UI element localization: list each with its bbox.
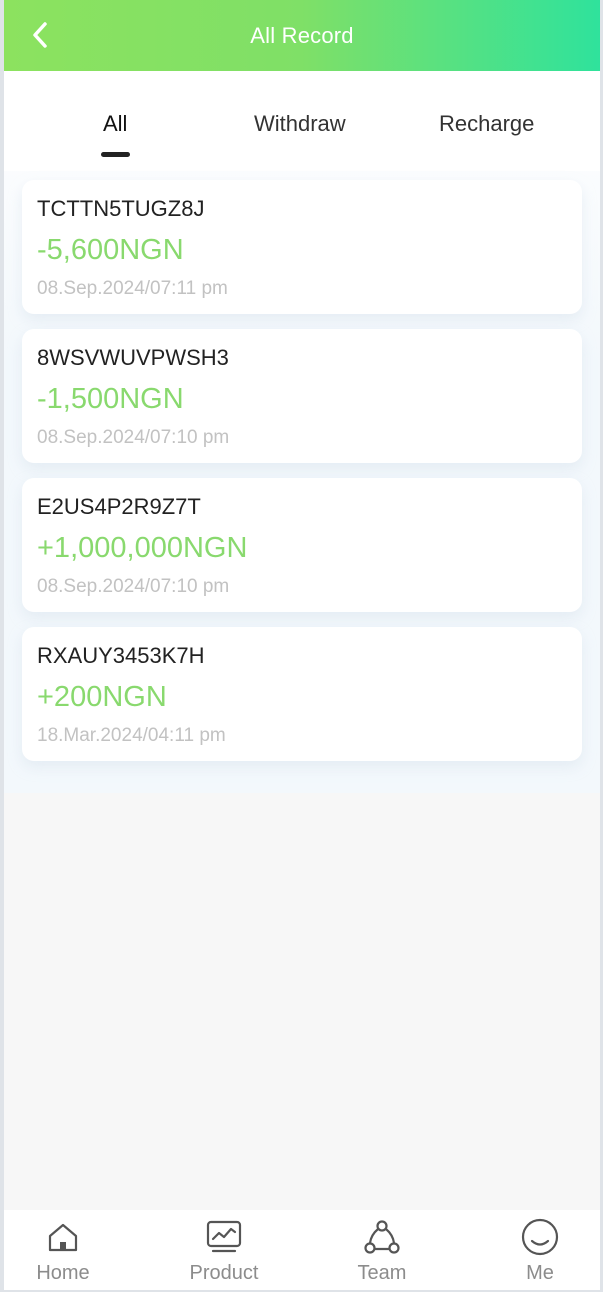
record-amount: +1,000,000NGN: [37, 532, 248, 564]
record-card[interactable]: E2US4P2R9Z7T +1,000,000NGN 08.Sep.2024/0…: [22, 478, 582, 612]
tab-withdraw[interactable]: Withdraw: [254, 111, 346, 137]
record-date: 08.Sep.2024/07:10 pm: [37, 576, 230, 597]
record-id: E2US4P2R9Z7T: [37, 494, 201, 519]
records-panel: All Withdraw Recharge TCTTN5TUGZ8J -5,60…: [4, 71, 600, 793]
record-amount: -5,600NGN: [37, 234, 184, 266]
nav-team-label: Team: [357, 1262, 407, 1284]
chevron-left-icon: [33, 22, 47, 48]
back-button[interactable]: [26, 20, 54, 50]
active-tab-indicator: [101, 152, 130, 157]
bottom-nav: Home Product Team Me: [4, 1210, 600, 1290]
record-id: 8WSVWUVPWSH3: [37, 345, 229, 370]
tab-all[interactable]: All: [103, 111, 127, 137]
nav-home-label: Home: [36, 1262, 90, 1284]
record-id: TCTTN5TUGZ8J: [37, 196, 205, 221]
nav-product[interactable]: Product: [184, 1210, 264, 1290]
record-amount: -1,500NGN: [37, 383, 184, 415]
chart-icon: [204, 1218, 244, 1256]
record-card[interactable]: 8WSVWUVPWSH3 -1,500NGN 08.Sep.2024/07:10…: [22, 329, 582, 463]
nav-home[interactable]: Home: [33, 1210, 93, 1290]
nav-product-label: Product: [189, 1262, 259, 1284]
app-screen: All Record All Withdraw Recharge TCTTN5T…: [4, 0, 600, 1290]
nav-me[interactable]: Me: [510, 1210, 570, 1290]
tab-recharge[interactable]: Recharge: [439, 111, 534, 137]
record-amount: +200NGN: [37, 681, 167, 713]
nav-team[interactable]: Team: [352, 1210, 412, 1290]
page-title: All Record: [250, 22, 354, 48]
record-card[interactable]: RXAUY3453K7H +200NGN 18.Mar.2024/04:11 p…: [22, 627, 582, 761]
record-date: 08.Sep.2024/07:10 pm: [37, 427, 230, 448]
record-date: 18.Mar.2024/04:11 pm: [37, 725, 226, 746]
nav-me-label: Me: [526, 1262, 554, 1284]
record-card[interactable]: TCTTN5TUGZ8J -5,600NGN 08.Sep.2024/07:11…: [22, 180, 582, 314]
smile-icon: [520, 1218, 560, 1256]
team-icon: [362, 1218, 402, 1256]
header-bar: All Record: [4, 0, 600, 71]
record-id: RXAUY3453K7H: [37, 643, 205, 668]
filter-tabs: All Withdraw Recharge: [4, 71, 600, 171]
record-date: 08.Sep.2024/07:11 pm: [37, 278, 228, 299]
home-icon: [43, 1218, 83, 1256]
